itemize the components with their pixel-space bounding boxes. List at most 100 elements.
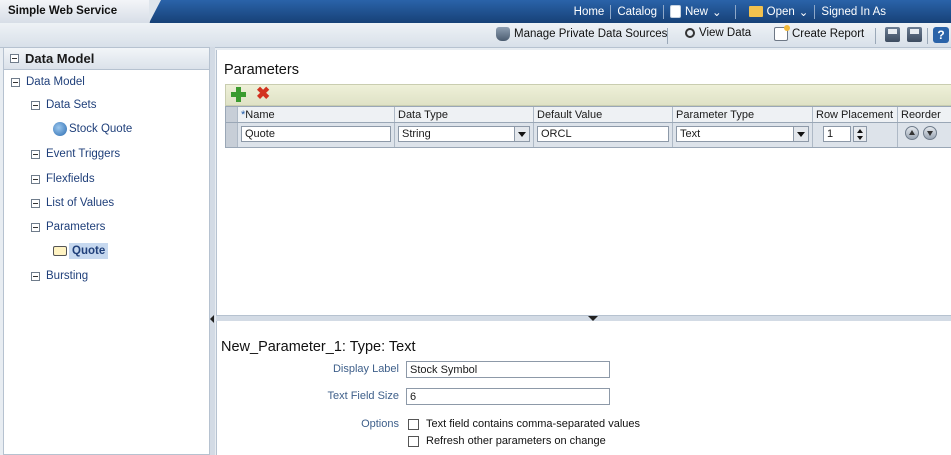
- comma-separated-label: Text field contains comma-separated valu…: [426, 418, 640, 430]
- tree-item-event-triggers[interactable]: Event Triggers: [31, 148, 120, 160]
- collapse-icon[interactable]: [31, 222, 40, 232]
- comma-separated-option[interactable]: Text field contains comma-separated valu…: [408, 418, 640, 430]
- collapse-icon[interactable]: [31, 198, 40, 208]
- column-header-data-type[interactable]: Data Type: [395, 107, 534, 122]
- comma-separated-checkbox[interactable]: [408, 418, 419, 430]
- app-title-tab[interactable]: Simple Web Service: [0, 0, 161, 23]
- save-button[interactable]: [885, 27, 900, 42]
- tree-item-list-of-values[interactable]: List of Values: [31, 197, 114, 209]
- save-as-icon: [907, 27, 922, 42]
- new-document-icon: [669, 5, 681, 18]
- column-header-name[interactable]: *Name: [238, 107, 395, 122]
- row-selector[interactable]: [226, 123, 238, 147]
- help-button[interactable]: ?: [933, 27, 949, 43]
- name-input[interactable]: Quote: [241, 126, 391, 142]
- delete-parameter-icon[interactable]: ✖: [256, 85, 270, 103]
- tree-item-label: Event Triggers: [46, 148, 121, 160]
- tree-item-parameters[interactable]: Parameters: [31, 221, 105, 233]
- display-label-label: Display Label: [332, 363, 399, 375]
- nav-divider: [814, 4, 816, 19]
- tree-item-bursting[interactable]: Bursting: [31, 270, 88, 282]
- column-header-default-value[interactable]: Default Value: [534, 107, 673, 122]
- view-data-icon: [685, 28, 695, 38]
- tree-item-label: List of Values: [46, 197, 115, 209]
- dropdown-arrow-icon[interactable]: [793, 127, 808, 141]
- manage-private-data-sources-label: Manage Private Data Sources: [514, 28, 668, 40]
- add-parameter-icon[interactable]: [231, 87, 246, 102]
- options-label: Options: [361, 418, 399, 430]
- collapse-icon[interactable]: [11, 77, 20, 87]
- create-report-icon: [774, 25, 790, 41]
- data-type-select[interactable]: String: [398, 126, 530, 142]
- refresh-parameters-checkbox[interactable]: [408, 435, 419, 447]
- toolbar-divider: [927, 28, 928, 44]
- data-model-panel-header[interactable]: Data Model: [4, 48, 209, 70]
- row-placement-stepper[interactable]: 1: [823, 126, 894, 142]
- tree-item-flexfields[interactable]: Flexfields: [31, 173, 95, 185]
- save-icon: [885, 27, 900, 42]
- table-header: *Name Data Type Default Value Parameter …: [226, 107, 951, 123]
- new-menu[interactable]: New ⌄: [665, 5, 727, 19]
- data-model-panel: Data Model Data Model Data Sets Stock Qu…: [3, 47, 210, 455]
- tree-item-label: Flexfields: [46, 173, 95, 185]
- home-link[interactable]: Home: [569, 6, 610, 18]
- collapse-icon[interactable]: [31, 100, 40, 110]
- page-title: Parameters: [224, 62, 299, 78]
- collapse-icon[interactable]: [31, 271, 40, 281]
- refresh-parameters-option[interactable]: Refresh other parameters on change: [408, 435, 606, 447]
- row-placement-input[interactable]: 1: [823, 126, 851, 142]
- view-data-button[interactable]: View Data: [685, 27, 751, 39]
- toolbar: Manage Private Data Sources View Data Cr…: [0, 23, 951, 48]
- parameter-icon: [53, 246, 67, 256]
- column-header-label: Name: [245, 109, 275, 121]
- top-bar: Simple Web Service Home Catalog New ⌄ Op…: [0, 0, 951, 23]
- collapse-icon[interactable]: [31, 174, 40, 184]
- stepper-arrows-icon[interactable]: [853, 126, 867, 142]
- tree-item-quote[interactable]: Quote: [53, 243, 109, 259]
- tree-item-stock-quote[interactable]: Stock Quote: [53, 122, 132, 136]
- tree-item-label: Data Model: [26, 76, 85, 88]
- data-type-value: String: [402, 128, 431, 140]
- display-label-input[interactable]: Stock Symbol: [406, 361, 610, 378]
- app-title: Simple Web Service: [8, 5, 118, 17]
- move-down-icon[interactable]: [923, 126, 937, 140]
- move-up-icon[interactable]: [905, 126, 919, 140]
- parameter-type-select[interactable]: Text: [676, 126, 809, 142]
- dropdown-arrow-icon[interactable]: [514, 127, 529, 141]
- tree-item-data-sets[interactable]: Data Sets: [31, 99, 97, 111]
- catalog-link[interactable]: Catalog: [612, 6, 662, 18]
- parameter-details-title: New_Parameter_1: Type: Text: [221, 339, 416, 355]
- view-data-label: View Data: [699, 27, 752, 39]
- tree-item-data-model[interactable]: Data Model: [11, 76, 85, 88]
- chevron-down-icon: ⌄: [798, 6, 809, 19]
- global-nav: Home Catalog New ⌄ Open ⌄ Signed In As: [569, 0, 891, 23]
- column-header-reorder[interactable]: Reorder: [898, 107, 951, 122]
- parameters-panel: Parameters ✖ *Name Data Type Default Val…: [216, 50, 951, 315]
- text-field-size-input[interactable]: 6: [406, 388, 610, 405]
- nav-divider: [610, 4, 612, 19]
- save-as-button[interactable]: [907, 27, 922, 42]
- web-service-icon: [53, 122, 67, 136]
- collapse-icon[interactable]: [31, 149, 40, 159]
- parameter-type-value: Text: [680, 128, 701, 140]
- collapse-icon[interactable]: [10, 54, 19, 63]
- table-row[interactable]: Quote String ORCL Text 1: [226, 123, 951, 147]
- create-report-button[interactable]: Create Report: [774, 25, 864, 41]
- help-icon: ?: [933, 27, 949, 43]
- manage-private-data-sources-button[interactable]: Manage Private Data Sources: [496, 27, 667, 41]
- default-value-input[interactable]: ORCL: [537, 126, 669, 142]
- chevron-down-icon: ⌄: [712, 6, 722, 19]
- tree-item-label: Bursting: [46, 270, 89, 282]
- toolbar-divider: [875, 28, 876, 44]
- open-menu[interactable]: Open ⌄: [744, 5, 814, 19]
- column-header-row-placement[interactable]: Row Placement: [813, 107, 898, 122]
- parameter-details-panel: New_Parameter_1: Type: Text Display Labe…: [216, 321, 951, 455]
- toolbar-divider: [667, 28, 668, 44]
- new-menu-label: New: [684, 5, 708, 18]
- column-header-parameter-type[interactable]: Parameter Type: [673, 107, 813, 122]
- tree-item-label: Quote: [69, 243, 109, 259]
- row-selector-header: [226, 107, 238, 122]
- vertical-splitter[interactable]: [210, 47, 215, 455]
- signed-in-label: Signed In As: [821, 5, 886, 18]
- open-menu-label: Open: [766, 5, 795, 18]
